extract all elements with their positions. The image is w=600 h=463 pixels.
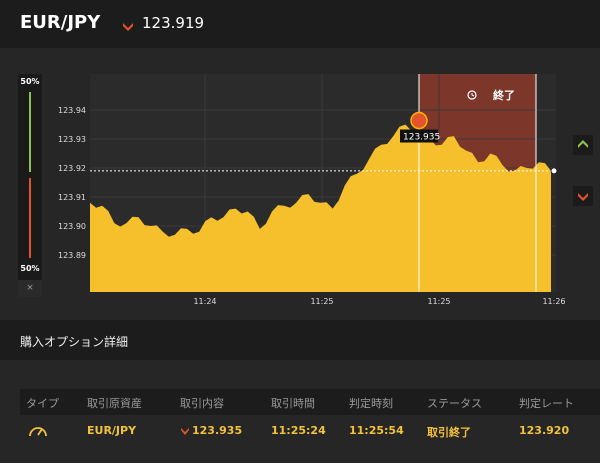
y-tick-label: 123.92 [58, 164, 86, 173]
gauge-down-bar [29, 178, 31, 258]
gauge-up-bar [29, 92, 31, 172]
x-tick-label: 11:24 [193, 297, 216, 306]
column-header-rate: 判定レート [519, 397, 574, 410]
y-axis-ticks: 123.94 123.93 123.92 123.91 123.90 123.89 [58, 106, 86, 260]
price-chart: 123.94 123.93 123.92 123.91 123.90 123.89 11:… [58, 74, 566, 306]
header-bar: EUR/JPY 123.919 [0, 0, 600, 48]
gauge-top-label: 50% [20, 77, 40, 86]
down-arrow-icon [181, 428, 189, 435]
section-header: 購入オプション詳細 [0, 320, 600, 360]
sentiment-gauge: 50% 50% × [18, 74, 42, 297]
gauge-icon [29, 427, 47, 437]
y-tick-label: 123.90 [58, 222, 86, 231]
column-header-trade-time: 取引時間 [271, 397, 315, 410]
down-arrow-icon [123, 23, 133, 31]
cell-asset: EUR/JPY [87, 424, 137, 437]
cell-status: 取引終了 [427, 426, 471, 439]
x-tick-label: 11:25 [310, 297, 333, 306]
y-tick-label: 123.89 [58, 251, 86, 260]
y-tick-label: 123.94 [58, 106, 86, 115]
up-arrow-icon [578, 140, 588, 148]
current-price: 123.919 [142, 14, 205, 32]
cell-content: 123.935 [192, 424, 243, 437]
section-title: 購入オプション詳細 [20, 335, 129, 349]
down-arrow-icon [578, 193, 588, 201]
table-row[interactable]: EUR/JPY 123.935 11:25:24 11:25:54 取引終了 1… [20, 418, 600, 444]
column-header-content: 取引内容 [180, 397, 224, 410]
cell-judge-time: 11:25:54 [349, 424, 404, 437]
currency-pair: EUR/JPY [20, 12, 101, 33]
x-tick-label: 11:25 [427, 297, 450, 306]
gauge-bottom-label: 50% [20, 264, 40, 273]
gauge-close-button[interactable]: × [18, 280, 42, 297]
column-header-asset: 取引原資産 [87, 397, 142, 410]
x-tick-label: 11:26 [542, 297, 565, 306]
cell-rate: 123.920 [519, 424, 570, 437]
y-tick-label: 123.91 [58, 193, 86, 202]
current-price-dot [550, 167, 558, 175]
high-button[interactable] [573, 135, 593, 155]
cell-trade-time: 11:25:24 [271, 424, 326, 437]
x-axis-ticks: 11:24 11:25 11:25 11:26 [193, 297, 565, 306]
column-header-type: タイプ [26, 397, 59, 410]
end-label-text: 終了 [493, 88, 515, 102]
column-header-judge-time: 判定時刻 [349, 397, 393, 410]
purchase-marker-icon [410, 111, 428, 130]
y-tick-label: 123.93 [58, 135, 86, 144]
column-header-status: ステータス [427, 397, 482, 410]
low-button[interactable] [573, 186, 593, 206]
marker-price: 123.935 [403, 133, 440, 143]
table-header: タイプ 取引原資産 取引内容 取引時間 判定時刻 ステータス 判定レート [20, 389, 600, 415]
